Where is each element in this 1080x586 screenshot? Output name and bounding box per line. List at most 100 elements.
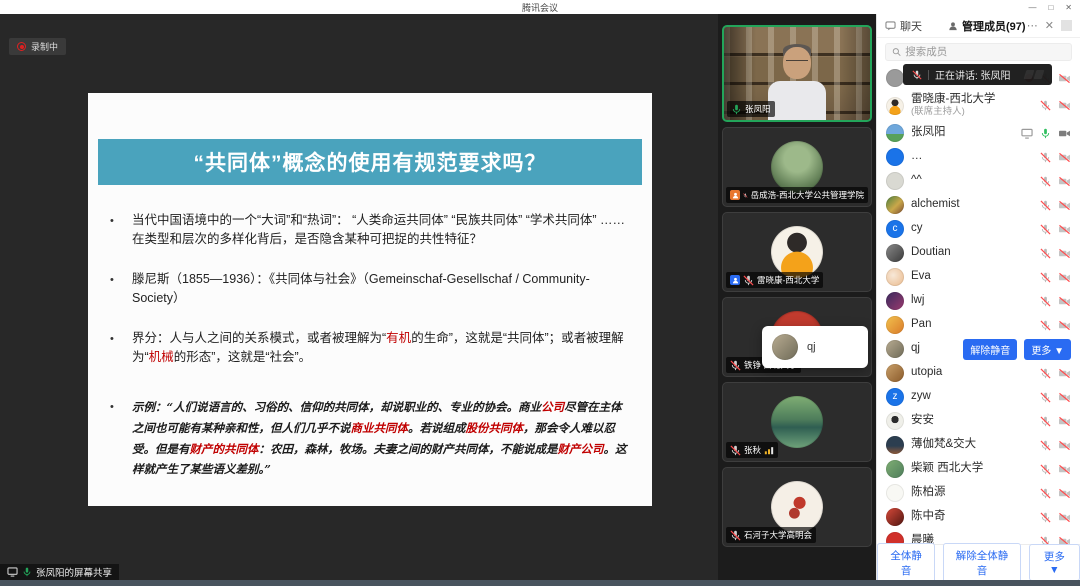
- mic-muted-icon[interactable]: [1040, 416, 1051, 427]
- camera-off-icon[interactable]: [1058, 392, 1071, 403]
- member-row[interactable]: 柴颖 西北大学: [877, 457, 1080, 481]
- avatar: [886, 436, 904, 454]
- mic-muted-icon[interactable]: [1040, 224, 1051, 235]
- camera-icon[interactable]: [1058, 128, 1071, 139]
- video-thumbnail[interactable]: 张秋: [722, 382, 872, 462]
- video-thumbnail[interactable]: 张凤阳: [722, 25, 872, 122]
- member-name: 陈柏源: [911, 486, 946, 499]
- mic-on-icon[interactable]: [731, 104, 742, 115]
- member-search-box[interactable]: [885, 43, 1072, 61]
- member-row[interactable]: 陈中奇: [877, 505, 1080, 529]
- mic-muted-icon[interactable]: [1040, 200, 1051, 211]
- mic-muted-icon[interactable]: [1040, 440, 1051, 451]
- member-status-icons: [1040, 320, 1071, 331]
- slide-bullet: •示例：“人们说语言的、习俗的、信仰的共同体，却说职业的、专业的协会。商业公司尽…: [110, 397, 628, 480]
- bullet-text: 滕尼斯（1855—1936）：《共同体与社会》（Gemeinschaf-Gese…: [132, 270, 628, 309]
- member-row[interactable]: ^^: [877, 169, 1080, 193]
- mute-all-button[interactable]: 全体静音: [877, 543, 935, 583]
- mic-on-icon[interactable]: [1040, 128, 1051, 139]
- mic-muted-icon[interactable]: [1040, 392, 1051, 403]
- member-row[interactable]: utopia: [877, 361, 1080, 385]
- screen-share-icon[interactable]: [1021, 128, 1033, 139]
- video-thumbnail[interactable]: 岳成浩-西北大学公共管理学院: [722, 127, 872, 207]
- mic-muted-icon[interactable]: [1040, 488, 1051, 499]
- member-row[interactable]: zzyw: [877, 385, 1080, 409]
- more-icon[interactable]: ⋯: [1027, 19, 1038, 32]
- mic-muted-icon[interactable]: [1040, 272, 1051, 283]
- unmute-member-button[interactable]: 解除静音: [963, 339, 1017, 360]
- avatar: [771, 226, 823, 278]
- member-name: 雷晓康-西北大学(联席主持人): [911, 93, 995, 117]
- close-icon[interactable]: ✕: [1065, 3, 1072, 12]
- unmute-all-button[interactable]: 解除全体静音: [943, 543, 1020, 583]
- mic-muted-icon[interactable]: [1040, 176, 1051, 187]
- member-row[interactable]: lwj: [877, 289, 1080, 313]
- maximize-icon[interactable]: □: [1048, 3, 1053, 12]
- footer-more-button[interactable]: 更多 ▼: [1029, 544, 1080, 581]
- camera-off-icon[interactable]: [1058, 200, 1071, 211]
- role-badge-icon: [730, 275, 740, 285]
- camera-off-icon[interactable]: [1058, 536, 1071, 545]
- camera-off-icon[interactable]: [1058, 416, 1071, 427]
- member-hover-card: qj: [762, 326, 868, 368]
- mic-muted-icon[interactable]: [1040, 536, 1051, 545]
- dock-panel-icon[interactable]: [1061, 20, 1072, 31]
- mic-muted-icon[interactable]: [1040, 296, 1051, 307]
- member-row[interactable]: 雷晓康-西北大学(联席主持人): [877, 90, 1080, 121]
- member-row[interactable]: …: [877, 145, 1080, 169]
- minimize-icon[interactable]: —: [1028, 3, 1036, 12]
- member-row[interactable]: ccy: [877, 217, 1080, 241]
- member-status-icons: [1040, 272, 1071, 283]
- camera-off-icon[interactable]: [1058, 73, 1071, 84]
- mic-muted-icon[interactable]: [1040, 248, 1051, 259]
- mic-muted-icon[interactable]: [1040, 512, 1051, 523]
- camera-off-icon[interactable]: [1058, 100, 1071, 111]
- member-row[interactable]: 晨曦: [877, 529, 1080, 544]
- window-titlebar: 腾讯会议 — □ ✕: [0, 0, 1080, 14]
- mic-muted-icon[interactable]: [730, 530, 741, 541]
- tab-chat[interactable]: 聊天: [885, 18, 922, 34]
- camera-off-icon[interactable]: [1058, 176, 1071, 187]
- mic-muted-icon[interactable]: [730, 445, 741, 456]
- mic-muted-icon[interactable]: [1040, 368, 1051, 379]
- panel-close-icon[interactable]: ✕: [1045, 19, 1054, 32]
- member-name: ^^: [911, 174, 922, 187]
- mic-muted-icon[interactable]: [1040, 152, 1051, 163]
- camera-off-icon[interactable]: [1058, 368, 1071, 379]
- member-row[interactable]: Doutian: [877, 241, 1080, 265]
- member-row[interactable]: qj解除静音更多 ▼: [877, 337, 1080, 361]
- member-row[interactable]: 陈柏源: [877, 481, 1080, 505]
- camera-off-icon[interactable]: [1058, 152, 1071, 163]
- member-more-button[interactable]: 更多 ▼: [1024, 339, 1071, 360]
- member-name: 陈中奇: [911, 510, 946, 523]
- member-name: 张凤阳: [911, 126, 946, 139]
- member-name: Pan: [911, 318, 931, 331]
- mic-muted-icon[interactable]: [1040, 320, 1051, 331]
- member-status-icons: [1021, 128, 1071, 139]
- video-thumbnail[interactable]: 雷晓康-西北大学: [722, 212, 872, 292]
- member-row[interactable]: 薄伽梵&交大: [877, 433, 1080, 457]
- mic-muted-icon[interactable]: [1040, 464, 1051, 475]
- search-input[interactable]: [905, 46, 1065, 58]
- camera-off-icon[interactable]: [1058, 488, 1071, 499]
- camera-off-icon[interactable]: [1058, 248, 1071, 259]
- mic-muted-icon[interactable]: [1040, 100, 1051, 111]
- camera-off-icon[interactable]: [1058, 296, 1071, 307]
- camera-off-icon[interactable]: [1058, 224, 1071, 235]
- camera-off-icon[interactable]: [1058, 464, 1071, 475]
- camera-off-icon[interactable]: [1058, 320, 1071, 331]
- member-row[interactable]: 张凤阳: [877, 121, 1080, 145]
- camera-off-icon[interactable]: [1058, 440, 1071, 451]
- camera-off-icon[interactable]: [1058, 272, 1071, 283]
- member-row[interactable]: alchemist: [877, 193, 1080, 217]
- mic-muted-icon[interactable]: [730, 360, 741, 371]
- member-row[interactable]: 安安: [877, 409, 1080, 433]
- member-row[interactable]: Pan: [877, 313, 1080, 337]
- tab-manage-members[interactable]: 管理成员(97): [948, 18, 1026, 34]
- camera-off-icon[interactable]: [1058, 512, 1071, 523]
- member-row[interactable]: Eva: [877, 265, 1080, 289]
- video-thumbnail[interactable]: 石河子大学高明会: [722, 467, 872, 547]
- mic-muted-icon[interactable]: [743, 275, 754, 286]
- avatar: z: [886, 388, 904, 406]
- mic-muted-icon[interactable]: [743, 190, 748, 201]
